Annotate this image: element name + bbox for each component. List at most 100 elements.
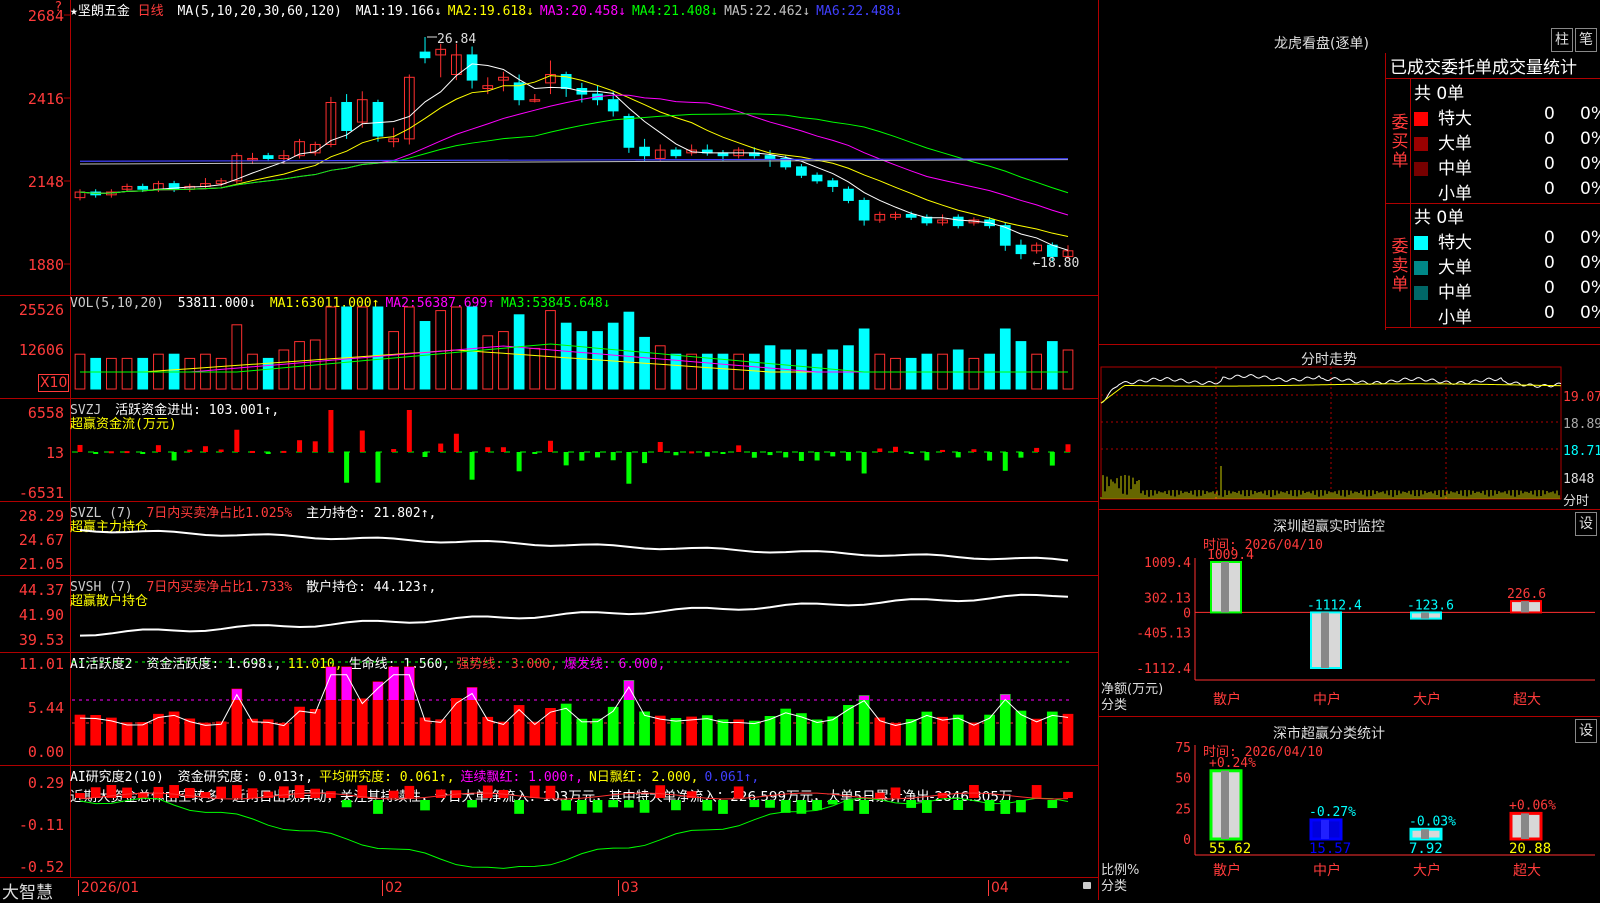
activity-bar — [905, 719, 917, 746]
volume-bar — [451, 306, 462, 390]
research-bar — [843, 800, 854, 811]
intraday-panel[interactable]: 分时走势 19.07 18.89 18.71 1848 分时 — [1098, 345, 1600, 510]
activity-bar — [262, 719, 274, 746]
order-color-swatch — [1414, 286, 1428, 300]
activity-bar — [701, 715, 713, 746]
classify-change-label: -0.03% — [1409, 814, 1456, 829]
flow-bar — [720, 452, 726, 454]
research-bar — [404, 785, 415, 798]
vol-ma-line — [80, 345, 1068, 373]
flow-bar — [626, 452, 632, 484]
monitor-panel[interactable]: 深圳超赢实时监控 设 时间: 2026/04/10 净额(万元) 分类 1009… — [1098, 510, 1600, 717]
flow-bar — [140, 452, 146, 454]
activity-bar — [890, 722, 901, 746]
research-bar — [1047, 800, 1058, 809]
activity-bar — [654, 715, 666, 746]
flow-bar — [265, 452, 271, 454]
bar-mode-button[interactable]: 柱 — [1551, 28, 1573, 52]
volume-pane[interactable]: VOL(5,10,20) 53811.000↓ MA1:63011.000↑ MA… — [0, 296, 1098, 399]
flow-bar — [218, 449, 224, 452]
order-kind: 中单 — [1438, 159, 1472, 179]
flow-bar — [155, 445, 161, 452]
classify-tick: 25 — [1175, 802, 1191, 817]
volume-bar — [1015, 341, 1027, 390]
volume-bar — [247, 353, 258, 390]
volume-bar — [278, 349, 290, 390]
activity-bar — [639, 711, 650, 746]
flow-bar — [469, 452, 475, 480]
order-row: 特大 0 0% — [1414, 228, 1600, 253]
flow-bar — [485, 447, 491, 452]
order-row: 特大 0 0% — [1414, 104, 1600, 129]
activity-bar — [592, 718, 603, 746]
flow-bar — [124, 451, 130, 454]
order-percent: 0% — [1580, 129, 1600, 149]
ai2-pane[interactable]: AI研究度2(10) 资金研究度: 0.013↑, 平均研究度: 0.061↑, 连… — [0, 766, 1098, 878]
flow-bar — [1018, 452, 1024, 458]
monitor-category: 大户 — [1413, 691, 1441, 708]
svzl-pane[interactable]: SVZL (7) 7日内买卖净占比1.025% 主力持仓: 21.802↑, 超… — [0, 502, 1098, 576]
activity-bar — [576, 718, 588, 746]
svzj-pane[interactable]: SVZJ 活跃资金进出: 103.001↑, 超赢资金流(万元) 6558 13… — [0, 399, 1098, 502]
classify-panel[interactable]: 深市超赢分类统计 设 时间: 2026/04/10 比例% 分类 75 50 25 0… — [1098, 717, 1600, 900]
volume-bar — [513, 314, 525, 390]
flow-bar — [610, 452, 616, 461]
order-row: 小单 0 0% — [1414, 179, 1600, 204]
flow-bar — [93, 452, 99, 454]
candle-pane[interactable]: ? ★坚朗五金 日线 MA(5,10,20,30,60,120) MA1:19.… — [0, 0, 1098, 296]
flow-bar — [500, 447, 506, 452]
volume-bar — [356, 306, 368, 390]
table-title: 已成交委托单成交量统计 — [1386, 53, 1600, 79]
volume-bar — [968, 357, 980, 390]
classify-category: 中户 — [1313, 862, 1341, 879]
candle-body — [639, 146, 650, 157]
classify-value-label: 15.57 — [1309, 841, 1351, 857]
ma-line — [79, 63, 1069, 251]
candle-body — [262, 155, 274, 159]
research-bar — [435, 789, 446, 798]
brand-label: 大智慧 — [2, 883, 53, 903]
research-bar — [576, 800, 587, 814]
retail-holding-line — [79, 593, 1069, 637]
flow-bar — [673, 452, 679, 456]
volume-bar — [796, 349, 807, 390]
monitor-category: 中户 — [1313, 691, 1341, 708]
research-bar — [592, 800, 603, 813]
flow-bar — [704, 452, 710, 457]
activity-bar — [968, 722, 980, 746]
ai1-pane[interactable]: AI活跃度2 资金活跃度: 1.698↓, 11.010, 生命线: 1.560, 强… — [0, 653, 1098, 766]
monitor-value-label: 226.6 — [1507, 587, 1546, 602]
candle-body — [1015, 244, 1027, 255]
activity-bar — [435, 719, 447, 746]
monitor-value-label: -123.6 — [1407, 598, 1454, 613]
intraday-tick: 18.71 — [1563, 444, 1600, 459]
flow-bar — [861, 452, 867, 474]
flow-bar — [767, 452, 773, 456]
order-count: 0 — [1544, 303, 1555, 323]
research-bar — [231, 785, 242, 798]
order-percent: 0% — [1580, 228, 1600, 248]
order-color-swatch — [1414, 162, 1428, 176]
order-kind: 中单 — [1438, 283, 1472, 303]
flow-bar — [955, 452, 961, 458]
flow-bar — [892, 446, 898, 452]
activity-bar — [137, 722, 149, 746]
flow-bar — [736, 445, 742, 452]
activity-bar — [733, 719, 745, 746]
tick-mode-button[interactable]: 笔 — [1575, 28, 1597, 52]
volume-bar — [890, 357, 901, 390]
research-bar — [624, 800, 634, 808]
activity-bar — [451, 698, 462, 746]
research-bar — [561, 800, 572, 811]
activity-bar — [90, 715, 102, 746]
research-bar — [608, 800, 619, 808]
candle-body — [811, 174, 823, 182]
order-percent: 0% — [1580, 154, 1600, 174]
activity-bar — [937, 716, 948, 746]
research-bar — [859, 800, 869, 814]
lock-icon[interactable] — [1083, 882, 1091, 889]
activity-bar — [309, 708, 321, 746]
flow-bar — [1002, 452, 1008, 471]
volume-bar — [607, 322, 619, 390]
svsh-pane[interactable]: SVSH (7) 7日内买卖净占比1.733% 散户持仓: 44.123↑, 超… — [0, 576, 1098, 653]
